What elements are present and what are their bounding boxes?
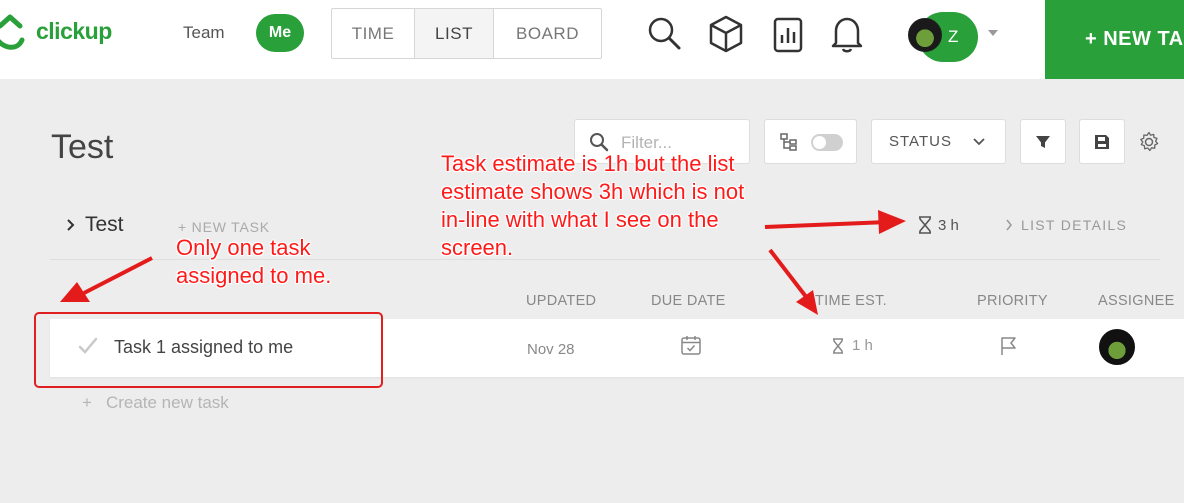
- funnel-icon: [1036, 135, 1050, 148]
- section-name[interactable]: Test: [85, 213, 124, 237]
- team-toggle-team[interactable]: Team: [183, 23, 225, 43]
- chevron-down-icon: [973, 138, 985, 146]
- filter-button[interactable]: [1020, 119, 1066, 164]
- view-tabs: TIME LIST BOARD: [331, 8, 602, 59]
- annotation-estimate-note: Task estimate is 1h but the list estimat…: [441, 151, 745, 260]
- top-bar: clickup Team Me TIME LIST BOARD Z + NEW …: [0, 0, 1184, 79]
- task-time-estimate[interactable]: 1 h: [832, 337, 873, 354]
- search-icon[interactable]: [646, 15, 682, 51]
- list-time-estimate-value: 3 h: [938, 216, 959, 234]
- list-details-label: LIST DETAILS: [1021, 217, 1128, 233]
- save-icon: [1095, 134, 1109, 149]
- annotation-highlight-box: [34, 312, 383, 388]
- create-new-task-button[interactable]: + Create new task: [82, 393, 229, 413]
- list-time-estimate: 3 h: [918, 216, 959, 234]
- arrow-to-task-row: [60, 256, 153, 302]
- calendar-icon[interactable]: [680, 334, 702, 356]
- subtasks-toggle[interactable]: [764, 119, 857, 164]
- avatar-image: [908, 18, 942, 52]
- tab-time[interactable]: TIME: [332, 9, 415, 58]
- create-new-task-label: Create new task: [105, 393, 229, 412]
- column-header-time-est[interactable]: TIME EST.: [815, 293, 887, 309]
- search-icon: [590, 133, 609, 152]
- plus-icon: +: [82, 393, 92, 412]
- status-dropdown[interactable]: STATUS: [871, 119, 1006, 164]
- flag-icon[interactable]: [1000, 336, 1018, 356]
- arrow-to-list-estimate: [764, 210, 906, 234]
- hourglass-icon: [919, 216, 931, 234]
- list-details-link[interactable]: LIST DETAILS: [1005, 217, 1127, 233]
- user-menu-caret-icon[interactable]: [988, 30, 998, 36]
- task-updated: Nov 28: [527, 341, 575, 358]
- assignee-avatar[interactable]: [1099, 329, 1135, 365]
- bell-icon[interactable]: [830, 15, 864, 53]
- tab-list[interactable]: LIST: [415, 9, 494, 58]
- new-task-button[interactable]: + NEW TASK: [1045, 0, 1184, 79]
- task-time-estimate-value: 1 h: [852, 337, 873, 354]
- dashboard-chart-icon[interactable]: [772, 15, 804, 53]
- column-header-assignee[interactable]: ASSIGNEE: [1098, 293, 1175, 309]
- logo-text[interactable]: clickup: [36, 18, 112, 45]
- toggle-switch[interactable]: [811, 134, 843, 151]
- page-title: Test: [51, 128, 114, 166]
- gear-icon[interactable]: [1138, 131, 1160, 153]
- chevron-right-icon: [1006, 219, 1012, 231]
- annotation-assigned-note: Only one task assigned to me.: [176, 235, 332, 288]
- section-collapse-chevron-icon[interactable]: [66, 218, 76, 232]
- hourglass-icon: [833, 337, 843, 354]
- team-toggle-me[interactable]: Me: [256, 14, 304, 52]
- status-label: STATUS: [889, 133, 952, 150]
- section-new-task-button[interactable]: + NEW TASK: [178, 219, 270, 235]
- column-header-due-date[interactable]: DUE DATE: [651, 293, 726, 309]
- column-header-priority[interactable]: PRIORITY: [977, 293, 1048, 309]
- clickup-logo-icon: [0, 14, 25, 50]
- column-header-updated[interactable]: UPDATED: [526, 293, 596, 309]
- cube-icon[interactable]: [708, 15, 744, 53]
- save-view-button[interactable]: [1079, 119, 1125, 164]
- tab-board[interactable]: BOARD: [494, 9, 601, 58]
- hierarchy-icon: [780, 133, 797, 151]
